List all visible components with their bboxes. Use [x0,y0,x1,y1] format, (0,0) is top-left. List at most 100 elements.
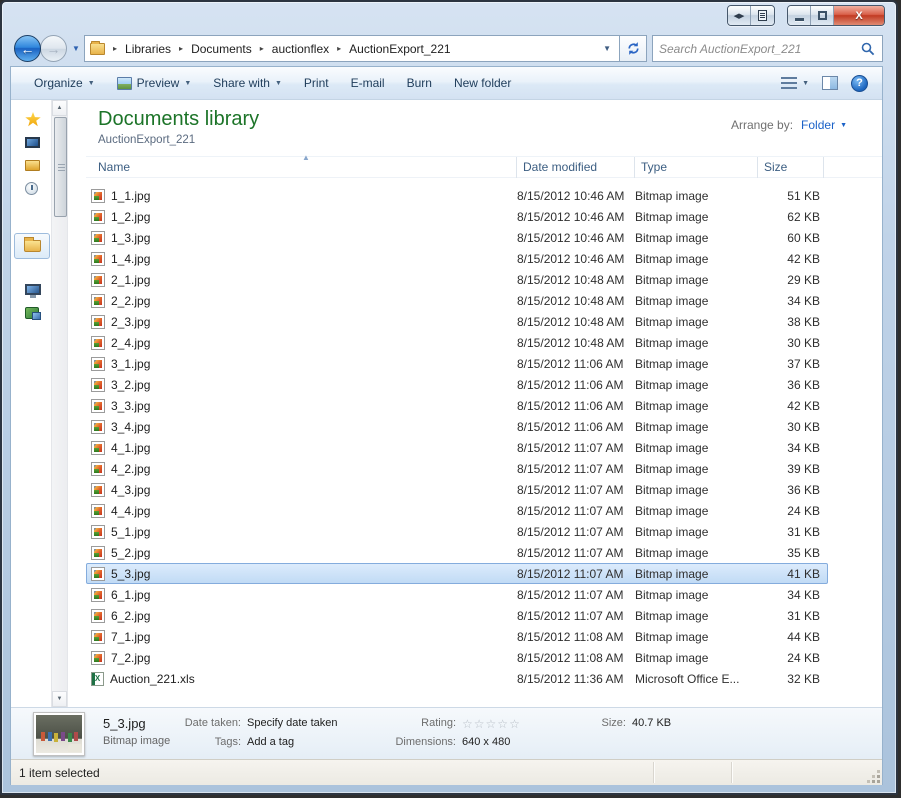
toolbar-print-button[interactable]: Print [293,71,340,95]
column-header-type[interactable]: Type [634,157,757,178]
file-name: 3_1.jpg [111,357,150,371]
minimize-button[interactable] [788,6,811,25]
file-row[interactable]: 6_1.jpg8/15/2012 11:07 AMBitmap image34 … [86,584,828,605]
toolbar-burn-button[interactable]: Burn [396,71,443,95]
scrollbar-thumb[interactable] [54,117,67,217]
file-name-cell: 2_3.jpg [87,315,517,329]
file-name-cell: 2_2.jpg [87,294,517,308]
file-name: 2_1.jpg [111,273,150,287]
restore-button[interactable] [811,6,834,25]
scroll-up-button[interactable]: ▲ [52,100,67,116]
file-row[interactable]: 5_1.jpg8/15/2012 11:07 AMBitmap image31 … [86,521,828,542]
file-row[interactable]: 1_3.jpg8/15/2012 10:46 AMBitmap image60 … [86,227,828,248]
file-row[interactable]: 3_4.jpg8/15/2012 11:06 AMBitmap image30 … [86,416,828,437]
file-name: 5_1.jpg [111,525,150,539]
recent-pages-dropdown[interactable]: ▼ [72,44,80,53]
file-row[interactable]: 2_4.jpg8/15/2012 10:48 AMBitmap image30 … [86,332,828,353]
file-row[interactable]: 6_2.jpg8/15/2012 11:07 AMBitmap image31 … [86,605,828,626]
address-dropdown-icon[interactable]: ▼ [603,44,611,53]
thumbnail-figures [41,732,45,741]
file-row[interactable]: 2_1.jpg8/15/2012 10:48 AMBitmap image29 … [86,269,828,290]
breadcrumb-item-auctionexport_221[interactable]: AuctionExport_221 [347,39,452,59]
file-size: 39 KB [758,462,824,476]
file-size: 34 KB [758,588,824,602]
file-row[interactable]: 4_3.jpg8/15/2012 11:07 AMBitmap image36 … [86,479,828,500]
arrange-by-dropdown[interactable]: Folder ▼ [801,118,847,132]
sidebar [11,100,51,707]
star-empty-icon[interactable]: ☆ [497,717,509,731]
file-row[interactable]: 2_3.jpg8/15/2012 10:48 AMBitmap image38 … [86,311,828,332]
sidebar-scrollbar[interactable]: ▲ ▼ [51,100,68,707]
switch-display-button[interactable]: ◀▶ [728,6,751,25]
sidebar-item-computer[interactable] [25,281,45,298]
file-name: 5_3.jpg [111,567,150,581]
file-type: Bitmap image [635,525,758,539]
file-name: 3_2.jpg [111,378,150,392]
search-icon[interactable] [861,42,875,56]
file-row[interactable]: 4_4.jpg8/15/2012 11:07 AMBitmap image24 … [86,500,828,521]
toolbar-e-mail-button[interactable]: E-mail [340,71,396,95]
file-row[interactable]: 5_3.jpg8/15/2012 11:07 AMBitmap image41 … [86,563,828,584]
star-empty-icon[interactable]: ☆ [486,717,498,731]
star-empty-icon[interactable]: ☆ [462,717,474,731]
change-view-button[interactable]: ▼ [781,77,809,90]
sidebar-item-recent-places[interactable] [25,180,45,197]
date-taken-value[interactable]: Specify date taken [247,717,338,729]
sidebar-item-downloads[interactable] [25,157,45,174]
toolbar-new-folder-button[interactable]: New folder [443,71,522,95]
breadcrumb-item-auctionflex[interactable]: auctionflex [270,39,331,59]
clipboard-button[interactable] [751,6,774,25]
tags-value[interactable]: Add a tag [247,736,294,748]
file-row[interactable]: XAuction_221.xls8/15/2012 11:36 AMMicros… [86,668,828,689]
folder-icon [90,43,105,55]
forward-button[interactable]: → [40,35,67,62]
resize-grip[interactable] [877,780,880,783]
toolbar-organize-button[interactable]: Organize▼ [23,71,106,95]
file-row[interactable]: 1_4.jpg8/15/2012 10:46 AMBitmap image42 … [86,248,828,269]
command-toolbar: Organize▼Preview▼Share with▼ Print E-mailB… [11,67,882,100]
image-file-icon [91,504,105,518]
file-type: Bitmap image [635,630,758,644]
column-header-date-modified[interactable]: Date modified [516,157,634,178]
column-header-name[interactable]: Name [86,157,516,178]
file-name-cell: 1_1.jpg [87,189,517,203]
file-size: 60 KB [758,231,824,245]
star-empty-icon[interactable]: ☆ [509,717,521,731]
preview-pane-toggle-button[interactable] [822,76,838,90]
star-empty-icon[interactable]: ☆ [474,717,486,731]
toolbar-label: Print [304,76,329,90]
sidebar-item-network[interactable] [25,304,45,321]
sidebar-item-favorites[interactable] [25,111,45,128]
scroll-down-button[interactable]: ▼ [52,691,67,707]
file-date-modified: 8/15/2012 11:06 AM [517,378,635,392]
back-button[interactable]: ← [14,35,41,62]
file-row[interactable]: 1_1.jpg8/15/2012 10:46 AMBitmap image51 … [86,185,828,206]
search-input[interactable] [653,42,861,56]
toolbar-share-with-button[interactable]: Share with▼ [202,71,293,95]
sidebar-item-desktop[interactable] [25,134,45,151]
file-row[interactable]: 3_2.jpg8/15/2012 11:06 AMBitmap image36 … [86,374,828,395]
file-row[interactable]: 3_1.jpg8/15/2012 11:06 AMBitmap image37 … [86,353,828,374]
file-row[interactable]: 3_3.jpg8/15/2012 11:06 AMBitmap image42 … [86,395,828,416]
file-row[interactable]: 5_2.jpg8/15/2012 11:07 AMBitmap image35 … [86,542,828,563]
breadcrumb[interactable]: ▸Libraries▸Documents▸auctionflex▸Auction… [84,35,620,62]
breadcrumb-item-libraries[interactable]: Libraries [123,39,173,59]
views-dropdown-caret-icon: ▼ [802,80,809,87]
help-button[interactable]: ? [851,75,868,92]
file-row[interactable]: 4_1.jpg8/15/2012 11:07 AMBitmap image34 … [86,437,828,458]
file-row[interactable]: 1_2.jpg8/15/2012 10:46 AMBitmap image62 … [86,206,828,227]
file-row[interactable]: 7_2.jpg8/15/2012 11:08 AMBitmap image24 … [86,647,828,668]
file-row[interactable]: 2_2.jpg8/15/2012 10:48 AMBitmap image34 … [86,290,828,311]
close-button[interactable]: X [834,6,884,25]
refresh-button[interactable] [620,35,647,62]
file-row[interactable]: 7_1.jpg8/15/2012 11:08 AMBitmap image44 … [86,626,828,647]
breadcrumb-item-documents[interactable]: Documents [189,39,254,59]
column-header-size[interactable]: Size [757,157,823,178]
file-area: Documents library AuctionExport_221 Arra… [68,100,882,707]
file-name: 1_1.jpg [111,189,150,203]
file-row[interactable]: 4_2.jpg8/15/2012 11:07 AMBitmap image39 … [86,458,828,479]
rating-stars[interactable]: ☆☆☆☆☆ [462,717,521,731]
sidebar-item-libraries[interactable] [14,233,50,259]
toolbar-preview-button[interactable]: Preview▼ [106,71,203,95]
file-name: 6_2.jpg [111,609,150,623]
